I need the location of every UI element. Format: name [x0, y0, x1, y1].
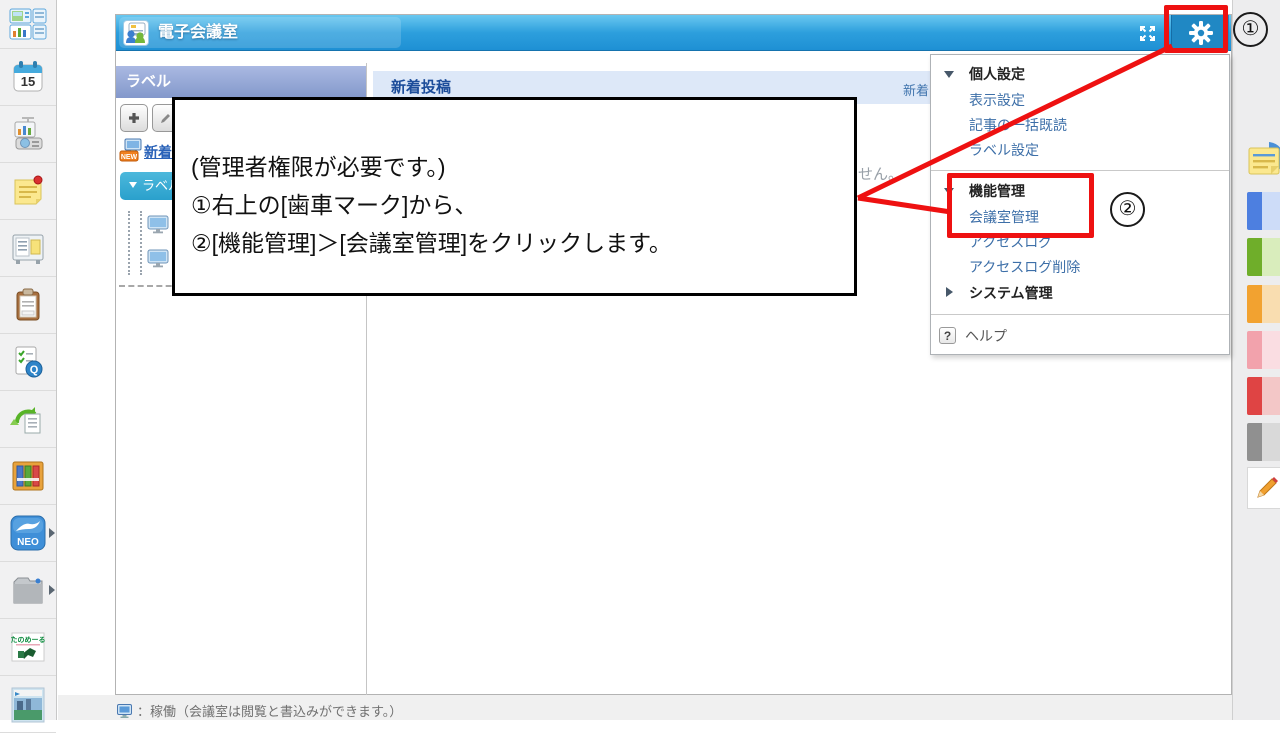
- menu-section-label: システム管理: [969, 285, 1053, 301]
- help-icon: ?: [939, 327, 956, 344]
- menu-section-system-management[interactable]: システム管理: [931, 280, 1229, 307]
- legend-text: ：稼働（会議室は閲覧と書込みができます。）: [137, 704, 403, 719]
- label-tree-item[interactable]: [147, 249, 169, 273]
- sidebar-item-tanomail[interactable]: たのめーる: [0, 619, 56, 676]
- bookshelf-icon: [12, 461, 44, 491]
- sticky-note-icon: [14, 175, 43, 205]
- window-title: 電子会議室: [158, 24, 239, 41]
- label-orange-icon[interactable]: [1247, 285, 1280, 323]
- empty-message-fragment: せん。: [858, 166, 904, 183]
- svg-text:Q: Q: [30, 364, 39, 376]
- gear-icon: [1188, 21, 1213, 45]
- note-line: ①右上の[歯車マーク]から、: [191, 192, 478, 218]
- new-posts-icon[interactable]: NEW: [119, 138, 143, 167]
- sidebar-item-cabinet[interactable]: [0, 448, 56, 505]
- window-header: 電子会議室: [116, 15, 1231, 51]
- pencil-icon: [161, 114, 170, 123]
- new-posts-link[interactable]: 新着: [144, 142, 172, 162]
- triangle-down-icon: [944, 188, 954, 195]
- menu-item-help[interactable]: ? ヘルプ: [931, 322, 1229, 350]
- menu-divider: [931, 314, 1229, 315]
- pencil-icon[interactable]: [1247, 467, 1280, 509]
- expand-arrows-icon: [1139, 25, 1155, 41]
- menu-item-access-log[interactable]: アクセスログ: [931, 230, 1229, 255]
- sidebar-item-folder[interactable]: [0, 562, 56, 619]
- menu-section-label: 個人設定: [969, 66, 1025, 82]
- projector-icon: [14, 117, 43, 150]
- menu-item-conference-room-management[interactable]: 会議室管理: [931, 205, 1229, 230]
- calendar-day-label: 15: [21, 74, 35, 89]
- new-badge-label: NEW: [121, 154, 138, 161]
- app-sidebar: 15 Q NEO たのめーる: [0, 0, 57, 733]
- plus-icon: [129, 113, 139, 123]
- label-pink-icon[interactable]: [1247, 331, 1280, 369]
- heading-right-link-fragment[interactable]: 新着: [903, 80, 929, 99]
- settings-gear-button[interactable]: [1171, 15, 1229, 51]
- right-icon-strip: [1232, 0, 1280, 720]
- conference-room-app-icon: [123, 20, 149, 46]
- bulletin-board-icon: [12, 234, 44, 264]
- sidebar-item-survey[interactable]: Q: [0, 334, 56, 391]
- settings-dropdown-menu: 個人設定 表示設定 記事の一括既読 ラベル設定 機能管理 会議室管理 アクセスロ…: [930, 54, 1230, 355]
- menu-help-label: ヘルプ: [965, 328, 1007, 344]
- calendar-icon: 15: [13, 61, 43, 92]
- tanomail-icon: たのめーる: [11, 632, 46, 662]
- label-panel-header: ラベル: [116, 66, 366, 98]
- clipboard-icon: [16, 288, 40, 321]
- menu-section-personal-settings[interactable]: 個人設定: [931, 61, 1229, 88]
- room-monitor-icon: [147, 249, 169, 268]
- triangle-right-icon: [946, 287, 953, 297]
- menu-item-display-settings[interactable]: 表示設定: [931, 88, 1229, 113]
- label-red-icon[interactable]: [1247, 377, 1280, 415]
- sidebar-item-portal[interactable]: [0, 0, 56, 49]
- status-legend: ：稼働（会議室は閲覧と書込みができます。）: [117, 701, 402, 720]
- menu-item-label-settings[interactable]: ラベル設定: [931, 138, 1229, 163]
- label-green-icon[interactable]: [1247, 238, 1280, 276]
- triangle-down-icon: [944, 71, 954, 78]
- label-gray-icon[interactable]: [1247, 423, 1280, 461]
- sidebar-item-banner[interactable]: [0, 676, 56, 733]
- menu-section-label: 機能管理: [969, 183, 1025, 199]
- tree-guide-line: [128, 211, 130, 275]
- chevron-right-icon[interactable]: [49, 528, 55, 538]
- label-tree-item[interactable]: [147, 215, 169, 239]
- triangle-down-icon: [129, 182, 137, 188]
- fullscreen-button[interactable]: [1125, 15, 1169, 51]
- tanomail-label: たのめーる: [11, 635, 46, 644]
- sidebar-item-neo[interactable]: NEO: [0, 505, 56, 562]
- menu-item-mark-all-read[interactable]: 記事の一括既読: [931, 113, 1229, 138]
- folder-icon: [13, 577, 43, 604]
- step-1-marker: ①: [1233, 12, 1268, 47]
- active-room-icon: [117, 703, 132, 718]
- sidebar-item-schedule[interactable]: 15: [0, 49, 56, 106]
- step-2-marker: ②: [1110, 192, 1145, 227]
- room-monitor-icon: [147, 215, 169, 234]
- menu-divider: [931, 170, 1229, 171]
- label-blue-icon[interactable]: [1247, 192, 1280, 230]
- note-line: (管理者権限が必要です。): [191, 154, 446, 180]
- sidebar-item-facility-reservation[interactable]: [0, 106, 56, 163]
- neo-label: NEO: [17, 537, 39, 548]
- sidebar-item-document[interactable]: [0, 277, 56, 334]
- tree-guide-line: [140, 211, 142, 275]
- sidebar-item-workflow[interactable]: [0, 391, 56, 448]
- note-line: ②[機能管理]＞[会議室管理]をクリックします。: [191, 230, 672, 256]
- portal-icon: [9, 8, 47, 40]
- banner-icon: [11, 687, 45, 723]
- note-icon[interactable]: [1247, 136, 1280, 189]
- menu-section-function-management[interactable]: 機能管理: [931, 178, 1229, 205]
- add-label-button[interactable]: [120, 104, 148, 132]
- workflow-icon: [10, 407, 41, 434]
- annotation-note-box: (管理者権限が必要です。) ①右上の[歯車マーク]から、 ②[機能管理]＞[会議…: [172, 97, 857, 296]
- sidebar-item-memo[interactable]: [0, 163, 56, 220]
- survey-icon: Q: [15, 346, 43, 378]
- menu-item-access-log-delete[interactable]: アクセスログ削除: [931, 255, 1229, 280]
- chevron-right-icon[interactable]: [49, 585, 55, 595]
- neo-app-icon: NEO: [10, 515, 46, 551]
- sidebar-item-bulletin-board[interactable]: [0, 220, 56, 277]
